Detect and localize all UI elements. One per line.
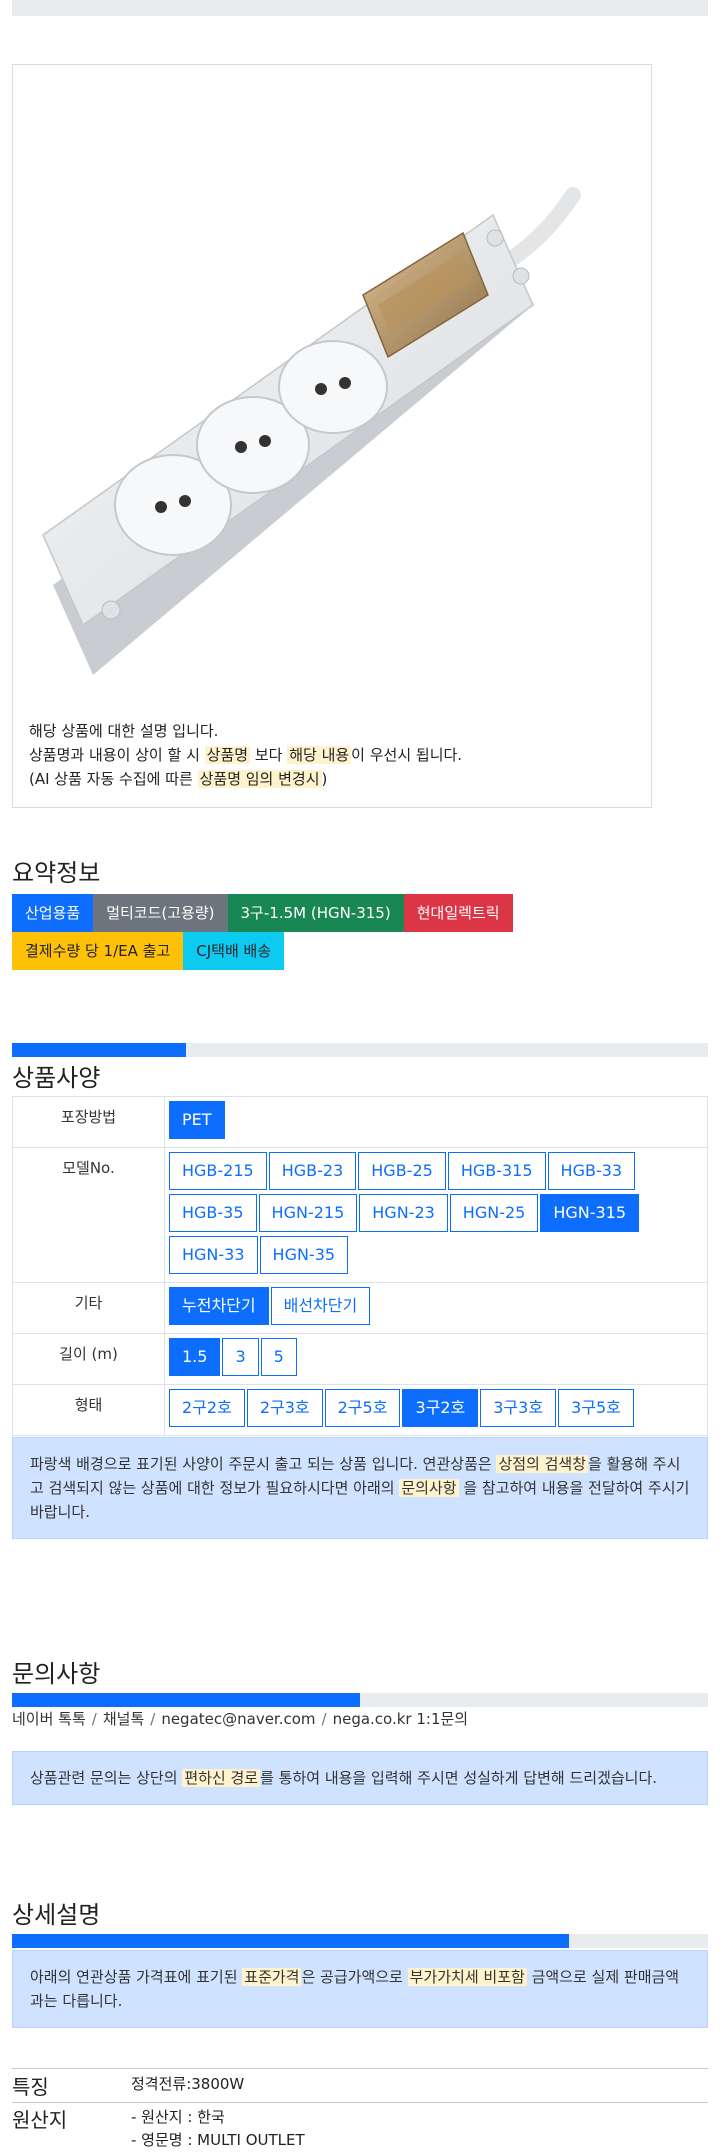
badge-brand[interactable]: 현대일렉트릭: [403, 894, 513, 932]
option-breaker-wiring[interactable]: 배선차단기: [270, 1287, 371, 1325]
option-shape-selected[interactable]: 3구2호: [402, 1389, 479, 1427]
feature-value: 정격전류:3800W: [131, 2075, 245, 2093]
feature-key: 특징: [12, 2075, 49, 2099]
detail-progress-fill: [12, 1934, 569, 1948]
spec-table: 포장방법 PET 모델No. HGB-215 HGB-23 HGB-25 HGB…: [12, 1096, 708, 1436]
highlight-inquiry: 문의사항: [399, 1479, 459, 1497]
spec-label: 포장방법: [12, 1096, 165, 1148]
option-length[interactable]: 3: [222, 1338, 259, 1376]
highlight-name-change: 상품명 임의 변경시: [197, 770, 322, 788]
inquiry-progress-bar: [12, 1693, 708, 1707]
badge-shipping[interactable]: CJ택배 배송: [183, 932, 285, 970]
product-image: [42, 187, 581, 675]
highlight-search: 상점의 검색창: [496, 1455, 589, 1473]
option-model-selected[interactable]: HGN-315: [540, 1194, 640, 1232]
option-shape[interactable]: 2구5호: [324, 1389, 401, 1427]
option-length[interactable]: 5: [260, 1338, 297, 1376]
spec-label: 모델No.: [12, 1147, 165, 1283]
option-pet[interactable]: PET: [169, 1101, 225, 1139]
channel-naver-talk[interactable]: 네이버 톡톡: [12, 1710, 86, 1728]
summary-badges-row-1: 산업용품 멀티코드(고용량) 3구-1.5M (HGN-315) 현대일렉트릭: [12, 894, 513, 932]
detail-title: 상세설명: [12, 1901, 101, 1929]
spec-notice: 파랑색 배경으로 표기된 사양이 주문시 출고 되는 상품 입니다. 연관상품은…: [12, 1437, 708, 1539]
channel-website[interactable]: nega.co.kr 1:1문의: [333, 1710, 469, 1728]
highlight-route: 편하신 경로: [182, 1769, 261, 1787]
option-model[interactable]: HGB-25: [358, 1152, 446, 1190]
channel-email[interactable]: negatec@naver.com: [161, 1710, 315, 1728]
inquiry-title: 문의사항: [12, 1660, 101, 1688]
spec-row-length: 길이 (m) 1.5 3 5: [12, 1333, 708, 1385]
option-breaker-earth[interactable]: 누전차단기: [169, 1287, 269, 1325]
inquiry-channels: 네이버 톡톡 / 채널톡 / negatec@naver.com / nega.co.kr …: [12, 1710, 469, 1728]
spec-progress-fill: [12, 1043, 186, 1057]
spec-row-model: 모델No. HGB-215 HGB-23 HGB-25 HGB-315 HGB-…: [12, 1147, 708, 1283]
option-model[interactable]: HGN-23: [359, 1194, 448, 1232]
highlight-content: 해당 내용: [287, 746, 352, 764]
badge-order-quantity[interactable]: 결제수량 당 1/EA 출고: [12, 932, 184, 970]
badge-model[interactable]: 3구-1.5M (HGN-315): [227, 894, 404, 932]
spec-title: 상품사양: [12, 1064, 101, 1092]
option-shape[interactable]: 2구3호: [246, 1389, 323, 1427]
highlight-standard-price: 표준가격: [242, 1968, 302, 1986]
spec-label: 길이 (m): [12, 1333, 165, 1385]
option-model[interactable]: HGB-315: [447, 1152, 546, 1190]
origin-key: 원산지: [12, 2108, 68, 2132]
option-model[interactable]: HGN-35: [259, 1236, 349, 1274]
badge-subcategory[interactable]: 멀티코드(고용량): [93, 894, 228, 932]
option-shape[interactable]: 2구2호: [169, 1389, 245, 1427]
option-model[interactable]: HGB-33: [547, 1152, 636, 1190]
summary-title: 요약정보: [12, 859, 101, 887]
option-length[interactable]: 1.5: [169, 1338, 221, 1376]
desc-line-2: 상품명과 내용이 상이 할 시 상품명 보다 해당 내용 이 우선시 됩니다.: [29, 746, 463, 764]
desc-line-1: 해당 상품에 대한 설명 입니다.: [29, 722, 219, 740]
product-description: 해당 상품에 대한 설명 입니다. 상품명과 내용이 상이 할 시 상품명 보다…: [29, 719, 639, 791]
feature-divider: [12, 2068, 708, 2069]
detail-notice: 아래의 연관상품 가격표에 표기된 표준가격 은 공급가액으로 부가가치세 비포함…: [12, 1950, 708, 2028]
option-model[interactable]: HGN-33: [169, 1236, 258, 1274]
summary-badges-row-2: 결제수량 당 1/EA 출고 CJ택배 배송: [12, 932, 285, 970]
spec-progress-bar: [12, 1043, 708, 1057]
inquiry-progress-fill: [12, 1693, 360, 1707]
option-shape[interactable]: 3구3호: [480, 1389, 557, 1427]
feature-divider: [12, 2102, 708, 2103]
origin-value-country: - 원산지 : 한국: [131, 2108, 225, 2126]
spec-label: 형태: [12, 1384, 165, 1436]
spec-row-packaging: 포장방법 PET: [12, 1096, 708, 1148]
detail-progress-bar: [12, 1934, 708, 1948]
option-model[interactable]: HGN-215: [258, 1194, 358, 1232]
spec-label: 기타: [12, 1282, 165, 1334]
option-shape[interactable]: 3구5호: [558, 1389, 634, 1427]
origin-value-english-name: - 영문명 : MULTI OUTLET: [131, 2131, 305, 2149]
desc-line-3: (AI 상품 자동 수집에 따른 상품명 임의 변경시): [29, 770, 328, 788]
top-bar: [12, 0, 708, 16]
spec-row-shape: 형태 2구2호 2구3호 2구5호 3구2호 3구3호 3구5호: [12, 1384, 708, 1436]
channel-channeltalk[interactable]: 채널톡: [103, 1710, 144, 1728]
option-model[interactable]: HGB-35: [169, 1194, 257, 1232]
highlight-vat: 부가가치세 비포함: [407, 1968, 527, 1986]
spec-row-etc: 기타 누전차단기 배선차단기: [12, 1282, 708, 1334]
inquiry-notice: 상품관련 문의는 상단의 편하신 경로 를 통하여 내용을 입력해 주시면 성실하…: [12, 1751, 708, 1805]
badge-category[interactable]: 산업용품: [12, 894, 94, 932]
product-card: 해당 상품에 대한 설명 입니다. 상품명과 내용이 상이 할 시 상품명 보다…: [12, 64, 652, 808]
option-model[interactable]: HGB-215: [169, 1152, 267, 1190]
option-model[interactable]: HGB-23: [268, 1152, 357, 1190]
option-model[interactable]: HGN-25: [449, 1194, 539, 1232]
highlight-product-name: 상품명: [204, 746, 251, 764]
